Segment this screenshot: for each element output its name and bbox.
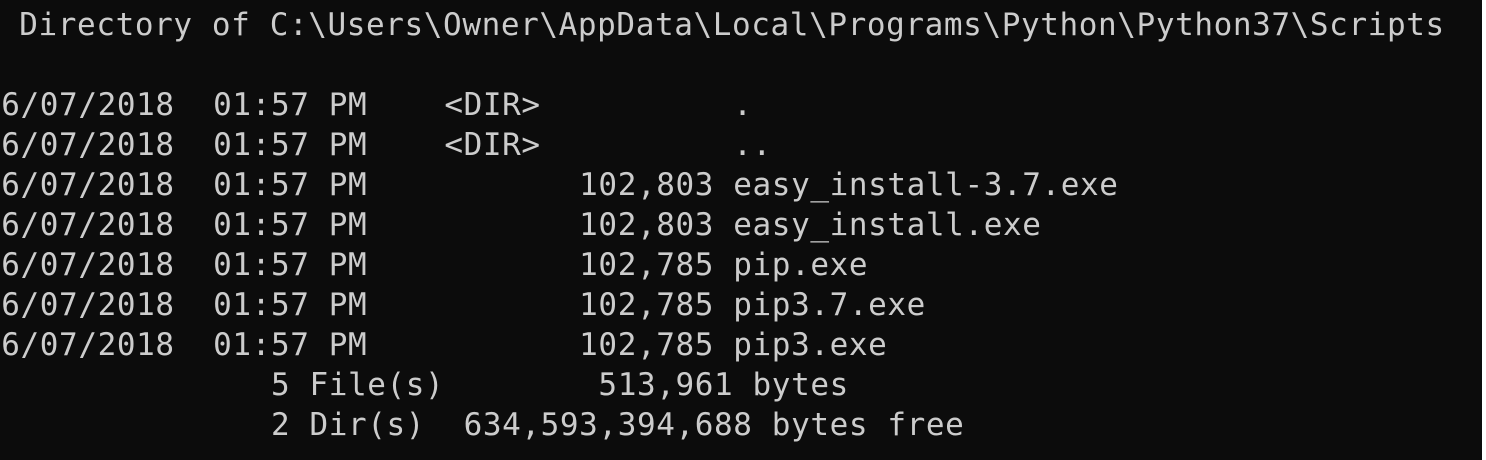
file-entry: 06/07/2018 01:57 PM 102,803 easy_install…	[0, 207, 1042, 243]
file-entry: 06/07/2018 01:57 PM 102,785 pip.exe	[0, 247, 869, 283]
files-summary: 5 File(s) 513,961 bytes	[0, 367, 849, 403]
file-entry: 06/07/2018 01:57 PM 102,785 pip3.exe	[0, 327, 888, 363]
file-entry: 06/07/2018 01:57 PM 102,803 easy_install…	[0, 167, 1119, 203]
dirs-summary: 2 Dir(s) 634,593,394,688 bytes free	[0, 407, 965, 443]
file-entry: 06/07/2018 01:57 PM 102,785 pip3.7.exe	[0, 287, 926, 323]
console-window[interactable]: Directory of C:\Users\Owner\AppData\Loca…	[0, 0, 1482, 460]
directory-header: Directory of C:\Users\Owner\AppData\Loca…	[0, 7, 1445, 43]
dir-entry: 06/07/2018 01:57 PM <DIR> ..	[0, 127, 772, 163]
dir-entry: 06/07/2018 01:57 PM <DIR> .	[0, 87, 753, 123]
